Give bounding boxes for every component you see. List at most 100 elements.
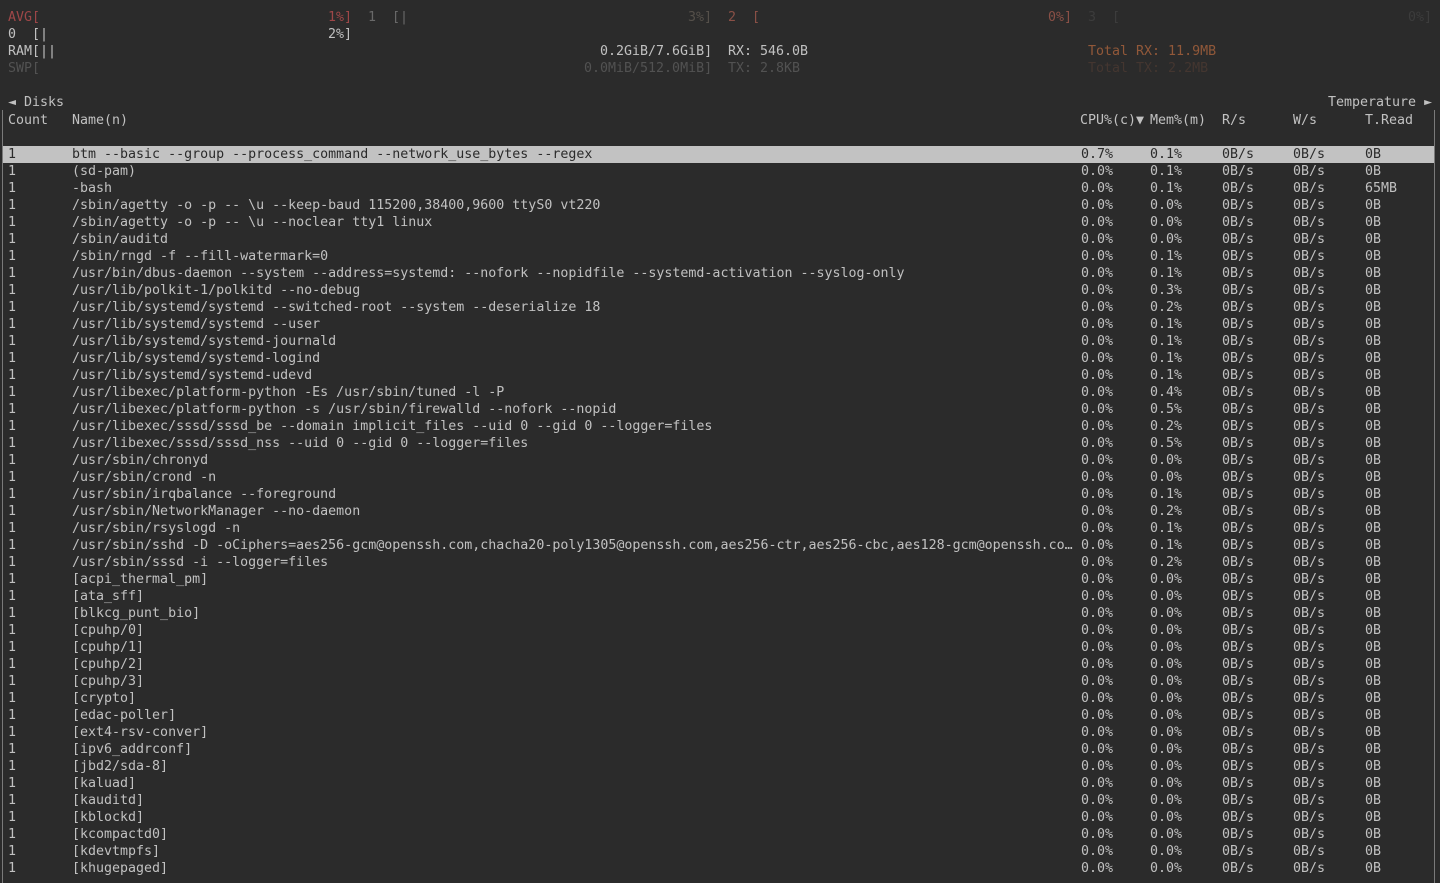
cpu1-meter-value: 3%] — [688, 9, 712, 26]
process-row-selected[interactable]: 1btm --basic --group --process_command -… — [3, 146, 1434, 163]
cell-w: 0B/s — [1293, 741, 1325, 758]
cell-mem: 0.2% — [1150, 503, 1182, 520]
process-row[interactable]: 1[crypto]0.0%0.0%0B/s0B/s0B — [3, 690, 1434, 707]
cell-tread: 0B — [1365, 265, 1381, 282]
process-row[interactable]: 1[edac-poller]0.0%0.0%0B/s0B/s0B — [3, 707, 1434, 724]
cell-cpu: 0.0% — [1081, 367, 1113, 384]
process-row[interactable]: 1/usr/bin/dbus-daemon --system --address… — [3, 265, 1434, 282]
cell-name: [ipv6_addrconf] — [72, 741, 192, 758]
process-row[interactable]: 1/usr/lib/systemd/systemd-udevd0.0%0.1%0… — [3, 367, 1434, 384]
cell-tread: 0B — [1365, 197, 1381, 214]
cell-cpu: 0.0% — [1081, 724, 1113, 741]
cell-cpu: 0.0% — [1081, 197, 1113, 214]
cell-r: 0B/s — [1222, 418, 1254, 435]
process-row[interactable]: 1/usr/sbin/rsyslogd -n0.0%0.1%0B/s0B/s0B — [3, 520, 1434, 537]
process-row[interactable]: 1[cpuhp/0]0.0%0.0%0B/s0B/s0B — [3, 622, 1434, 639]
cell-cpu: 0.0% — [1081, 520, 1113, 537]
cell-tread: 0B — [1365, 503, 1381, 520]
cell-cpu: 0.0% — [1081, 605, 1113, 622]
cell-r: 0B/s — [1222, 231, 1254, 248]
column-header-mem[interactable]: Mem%(m) — [1150, 112, 1206, 129]
process-row[interactable]: 1/usr/libexec/sssd/sssd_be --domain impl… — [3, 418, 1434, 435]
process-row[interactable]: 1[blkcg_punt_bio]0.0%0.0%0B/s0B/s0B — [3, 605, 1434, 622]
process-row[interactable]: 1[acpi_thermal_pm]0.0%0.0%0B/s0B/s0B — [3, 571, 1434, 588]
cell-name: [khugepaged] — [72, 860, 168, 877]
process-row[interactable]: 1/usr/sbin/irqbalance --foreground0.0%0.… — [3, 486, 1434, 503]
temperature-nav-arrow[interactable]: Temperature ► — [1328, 94, 1432, 111]
process-row[interactable]: 1[jbd2/sda-8]0.0%0.0%0B/s0B/s0B — [3, 758, 1434, 775]
column-header-cpu-sort-desc[interactable]: CPU%(c)▼ — [1080, 112, 1144, 129]
process-row[interactable]: 1-bash0.0%0.1%0B/s0B/s65MB — [3, 180, 1434, 197]
cell-tread: 0B — [1365, 809, 1381, 826]
column-header-count[interactable]: Count — [8, 112, 48, 129]
column-header-total-read[interactable]: T.Read — [1365, 112, 1413, 129]
cell-count: 1 — [8, 673, 16, 690]
process-row[interactable]: 1[cpuhp/2]0.0%0.0%0B/s0B/s0B — [3, 656, 1434, 673]
cell-count: 1 — [8, 469, 16, 486]
process-row[interactable]: 1/usr/sbin/NetworkManager --no-daemon0.0… — [3, 503, 1434, 520]
process-row[interactable]: 1/sbin/auditd0.0%0.0%0B/s0B/s0B — [3, 231, 1434, 248]
process-row[interactable]: 1[kdevtmpfs]0.0%0.0%0B/s0B/s0B — [3, 843, 1434, 860]
column-header-reads[interactable]: R/s — [1222, 112, 1246, 129]
process-row[interactable]: 1[cpuhp/1]0.0%0.0%0B/s0B/s0B — [3, 639, 1434, 656]
cell-tread: 0B — [1365, 350, 1381, 367]
cpu0-meter-value: 2%] — [328, 26, 352, 43]
process-row[interactable]: 1/usr/lib/systemd/systemd --switched-roo… — [3, 299, 1434, 316]
cell-cpu: 0.7% — [1081, 146, 1113, 163]
process-row[interactable]: 1/usr/lib/systemd/systemd --user0.0%0.1%… — [3, 316, 1434, 333]
cell-count: 1 — [8, 197, 16, 214]
column-header-writes[interactable]: W/s — [1293, 112, 1317, 129]
cell-cpu: 0.0% — [1081, 775, 1113, 792]
cell-name: [jbd2/sda-8] — [72, 758, 168, 775]
process-row[interactable]: 1/usr/sbin/sshd -D -oCiphers=aes256-gcm@… — [3, 537, 1434, 554]
process-row[interactable]: 1/usr/sbin/sssd -i --logger=files0.0%0.2… — [3, 554, 1434, 571]
cell-mem: 0.0% — [1150, 860, 1182, 877]
process-row[interactable]: 1/usr/lib/systemd/systemd-journald0.0%0.… — [3, 333, 1434, 350]
cell-w: 0B/s — [1293, 809, 1325, 826]
cell-tread: 0B — [1365, 554, 1381, 571]
cell-mem: 0.0% — [1150, 843, 1182, 860]
process-row[interactable]: 1/usr/libexec/sssd/sssd_nss --uid 0 --gi… — [3, 435, 1434, 452]
cell-w: 0B/s — [1293, 214, 1325, 231]
column-header-name[interactable]: Name(n) — [72, 112, 128, 129]
process-row[interactable]: 1[ipv6_addrconf]0.0%0.0%0B/s0B/s0B — [3, 741, 1434, 758]
cell-w: 0B/s — [1293, 520, 1325, 537]
cell-tread: 0B — [1365, 537, 1381, 554]
cell-w: 0B/s — [1293, 418, 1325, 435]
swap-meter-value: 0.0MiB/512.0MiB] — [584, 60, 712, 77]
cell-r: 0B/s — [1222, 384, 1254, 401]
process-row[interactable]: 1[kaluad]0.0%0.0%0B/s0B/s0B — [3, 775, 1434, 792]
process-row[interactable]: 1[ext4-rsv-conver]0.0%0.0%0B/s0B/s0B — [3, 724, 1434, 741]
process-row[interactable]: 1/usr/libexec/platform-python -Es /usr/s… — [3, 384, 1434, 401]
process-row[interactable]: 1[kblockd]0.0%0.0%0B/s0B/s0B — [3, 809, 1434, 826]
process-row[interactable]: 1[khugepaged]0.0%0.0%0B/s0B/s0B — [3, 860, 1434, 877]
cell-mem: 0.0% — [1150, 724, 1182, 741]
cell-mem: 0.1% — [1150, 486, 1182, 503]
process-row[interactable]: 1[kcompactd0]0.0%0.0%0B/s0B/s0B — [3, 826, 1434, 843]
process-row[interactable]: 1/sbin/agetty -o -p -- \u --keep-baud 11… — [3, 197, 1434, 214]
cell-name: /sbin/agetty -o -p -- \u --noclear tty1 … — [72, 214, 432, 231]
process-row[interactable]: 1/usr/lib/systemd/systemd-logind0.0%0.1%… — [3, 350, 1434, 367]
process-row[interactable]: 1(sd-pam)0.0%0.1%0B/s0B/s0B — [3, 163, 1434, 180]
process-row[interactable]: 1/usr/sbin/chronyd0.0%0.0%0B/s0B/s0B — [3, 452, 1434, 469]
cell-count: 1 — [8, 180, 16, 197]
process-row[interactable]: 1/usr/libexec/platform-python -s /usr/sb… — [3, 401, 1434, 418]
cell-count: 1 — [8, 554, 16, 571]
cell-name: /usr/lib/systemd/systemd --user — [72, 316, 320, 333]
cell-tread: 0B — [1365, 741, 1381, 758]
process-row[interactable]: 1[kauditd]0.0%0.0%0B/s0B/s0B — [3, 792, 1434, 809]
cell-count: 1 — [8, 265, 16, 282]
disks-nav-arrow[interactable]: ◄ Disks — [8, 94, 64, 111]
cell-mem: 0.2% — [1150, 418, 1182, 435]
process-row[interactable]: 1/sbin/agetty -o -p -- \u --noclear tty1… — [3, 214, 1434, 231]
cell-cpu: 0.0% — [1081, 316, 1113, 333]
process-row[interactable]: 1[cpuhp/3]0.0%0.0%0B/s0B/s0B — [3, 673, 1434, 690]
process-row[interactable]: 1[ata_sff]0.0%0.0%0B/s0B/s0B — [3, 588, 1434, 605]
cell-tread: 0B — [1365, 486, 1381, 503]
cell-w: 0B/s — [1293, 588, 1325, 605]
process-row[interactable]: 1/usr/sbin/crond -n0.0%0.0%0B/s0B/s0B — [3, 469, 1434, 486]
cell-cpu: 0.0% — [1081, 622, 1113, 639]
cell-r: 0B/s — [1222, 758, 1254, 775]
process-row[interactable]: 1/sbin/rngd -f --fill-watermark=00.0%0.1… — [3, 248, 1434, 265]
process-row[interactable]: 1/usr/lib/polkit-1/polkitd --no-debug0.0… — [3, 282, 1434, 299]
